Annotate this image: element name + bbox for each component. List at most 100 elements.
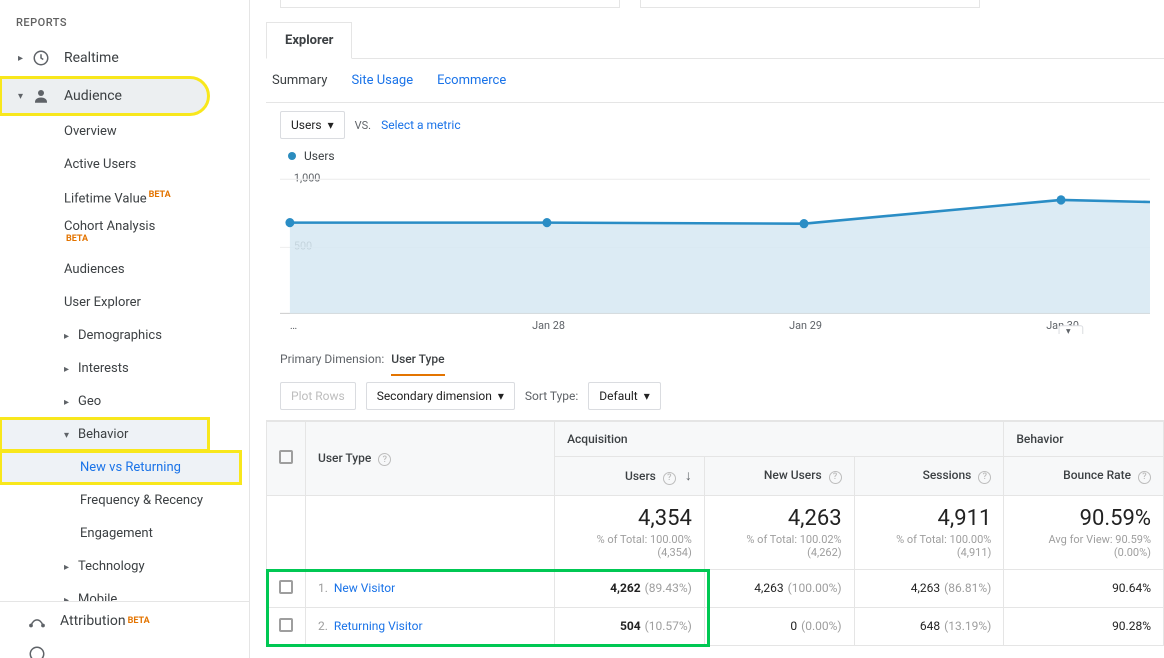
- person-icon: [32, 87, 50, 105]
- sidebar: REPORTS ▸ Realtime ▾ Audience Overview A…: [0, 0, 250, 658]
- nav-attribution[interactable]: Attribution BETA: [0, 602, 249, 640]
- col-user-type[interactable]: User Type: [318, 451, 371, 465]
- xtick-0: …: [290, 319, 297, 332]
- total-new-users: 4,263: [788, 506, 842, 531]
- col-users[interactable]: Users: [625, 469, 656, 483]
- nav-realtime[interactable]: ▸ Realtime: [0, 39, 249, 77]
- vs-label: VS.: [355, 119, 371, 132]
- sidebar-item-frequency[interactable]: Frequency & Recency: [0, 484, 249, 517]
- totals-row: 4,354% of Total: 100.00% (4,354) 4,263% …: [267, 495, 1164, 569]
- select-all-checkbox[interactable]: [279, 450, 293, 464]
- total-users-sub: % of Total: 100.00% (4,354): [567, 533, 692, 559]
- tab-explorer[interactable]: Explorer: [266, 22, 352, 59]
- table-row[interactable]: 1. New Visitor 4,262(89.43%) 4,263(100.0…: [267, 569, 1164, 607]
- chevron-right-icon: ▸: [64, 562, 72, 573]
- label: Cohort Analysis: [64, 219, 155, 234]
- xtick-1: Jan 28: [532, 319, 565, 332]
- chevron-right-icon: ▸: [64, 364, 72, 375]
- help-icon[interactable]: ?: [978, 471, 991, 484]
- secondary-dimension-dropdown[interactable]: Secondary dimension ▾: [366, 382, 515, 410]
- pct: (10.57%): [645, 619, 692, 633]
- series-dot-icon: [288, 152, 296, 160]
- subtab-bar: Summary Site Usage Ecommerce: [266, 59, 1164, 102]
- val: 4,263: [911, 581, 940, 595]
- sidebar-item-new-vs-returning[interactable]: New vs Returning: [0, 451, 241, 484]
- dimension-value[interactable]: User Type: [391, 352, 444, 376]
- beta-badge: BETA: [128, 616, 150, 626]
- legend-label: Users: [304, 149, 335, 163]
- chevron-right-icon: ▸: [64, 397, 72, 408]
- chart: Users 1,000 500 … Jan 28 Jan 29 Jan 30 ▾: [266, 147, 1164, 338]
- nav-label: Realtime: [64, 50, 119, 66]
- help-icon[interactable]: ?: [829, 471, 842, 484]
- label: Users: [291, 118, 322, 132]
- table-row[interactable]: 2. Returning Visitor 504 (10.57%) 0 (0.00%…: [267, 607, 1164, 645]
- help-icon[interactable]: ?: [1138, 471, 1151, 484]
- pct: (86.81%): [944, 581, 991, 595]
- label: Demographics: [78, 328, 162, 343]
- chart-controls: Users ▾ VS. Select a metric: [266, 102, 1164, 147]
- label: Default: [599, 389, 637, 403]
- sidebar-item-audiences[interactable]: Audiences: [0, 253, 249, 286]
- pct: (100.00%): [788, 581, 842, 595]
- help-icon[interactable]: ?: [663, 472, 676, 485]
- sidebar-item-cohort[interactable]: Cohort AnalysisBETA: [0, 215, 249, 252]
- sidebar-item-demographics[interactable]: ▸Demographics: [0, 319, 249, 352]
- total-sessions-sub: % of Total: 100.00% (4,911): [867, 533, 992, 559]
- sort-down-icon[interactable]: ↓: [685, 468, 692, 484]
- row-checkbox[interactable]: [279, 580, 293, 594]
- label: Attribution: [60, 613, 126, 629]
- sidebar-item-behavior[interactable]: ▾Behavior: [0, 418, 209, 451]
- clock-icon: [32, 49, 50, 67]
- plot-rows-button: Plot Rows: [280, 382, 356, 410]
- select-metric-link[interactable]: Select a metric: [381, 118, 461, 132]
- total-bounce-sub: Avg for View: 90.59% (0.00%): [1016, 533, 1151, 559]
- row-name[interactable]: New Visitor: [334, 581, 395, 595]
- label: Geo: [78, 394, 101, 409]
- help-icon[interactable]: ?: [378, 453, 391, 466]
- footer-nav: Attribution BETA: [0, 601, 249, 658]
- tab-bar: Explorer: [266, 22, 1164, 59]
- metric-dropdown[interactable]: Users ▾: [280, 111, 345, 139]
- val: 504: [620, 619, 641, 633]
- card-remnant: [640, 0, 980, 8]
- main: Explorer Summary Site Usage Ecommerce Us…: [250, 0, 1164, 658]
- sidebar-item-geo[interactable]: ▸ Geo: [0, 385, 249, 418]
- line-chart: 1,000 500 … Jan 28 Jan 29 Jan 30 ▾: [280, 169, 1150, 334]
- pct: (0.00%): [801, 619, 841, 633]
- attribution-icon: [28, 612, 46, 630]
- label: Lifetime Value: [64, 191, 147, 206]
- col-new-users[interactable]: New Users: [764, 468, 822, 482]
- chevron-down-icon: ▾: [18, 91, 28, 102]
- row-name[interactable]: Returning Visitor: [334, 619, 423, 633]
- sidebar-item-technology[interactable]: ▸Technology: [0, 550, 249, 583]
- subtab-site-usage[interactable]: Site Usage: [351, 73, 413, 88]
- beta-badge: BETA: [66, 234, 88, 244]
- sort-type-label: Sort Type:: [525, 389, 578, 403]
- col-sessions[interactable]: Sessions: [923, 468, 972, 482]
- sort-type-dropdown[interactable]: Default ▾: [588, 382, 660, 410]
- sidebar-header: REPORTS: [0, 10, 249, 39]
- row-checkbox[interactable]: [279, 618, 293, 632]
- nav-cut[interactable]: [0, 640, 249, 658]
- xtick-2: Jan 29: [789, 319, 822, 332]
- val: 90.64%: [1112, 581, 1151, 595]
- svg-text:▾: ▾: [1066, 327, 1071, 334]
- dimension-label: Primary Dimension:: [280, 352, 384, 366]
- subtab-ecommerce[interactable]: Ecommerce: [437, 73, 506, 88]
- sidebar-item-active-users[interactable]: Active Users: [0, 148, 249, 181]
- sidebar-item-overview[interactable]: Overview: [0, 115, 249, 148]
- sidebar-item-engagement[interactable]: Engagement: [0, 517, 249, 550]
- nav-label: Audience: [64, 88, 122, 104]
- subtab-summary[interactable]: Summary: [272, 73, 327, 88]
- row-index: 2.: [318, 619, 328, 633]
- sidebar-item-user-explorer[interactable]: User Explorer: [0, 286, 249, 319]
- sidebar-item-lifetime-value[interactable]: Lifetime ValueBETA: [0, 181, 249, 215]
- val: 0: [790, 619, 797, 633]
- col-bounce[interactable]: Bounce Rate: [1063, 468, 1131, 482]
- sidebar-item-interests[interactable]: ▸Interests: [0, 352, 249, 385]
- total-bounce: 90.59%: [1080, 506, 1151, 531]
- nav-audience[interactable]: ▾ Audience: [0, 77, 209, 115]
- chevron-down-icon: ▾: [328, 118, 334, 132]
- data-table: User Type ? Acquisition Behavior Users ?…: [266, 421, 1164, 646]
